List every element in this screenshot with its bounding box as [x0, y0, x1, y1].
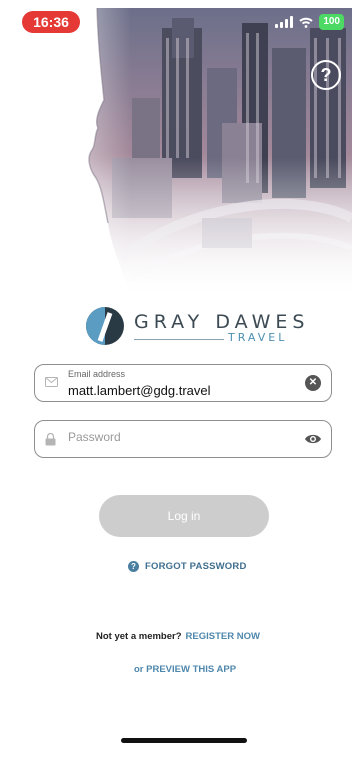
register-now-link[interactable]: REGISTER NOW	[186, 631, 260, 642]
brand-logo: GRAY DAWES TRAVEL	[84, 305, 304, 351]
email-label: Email address	[68, 369, 126, 379]
brand-divider	[134, 339, 224, 340]
forgot-password-label[interactable]: FORGOT PASSWORD	[145, 561, 247, 572]
show-password-eye-icon[interactable]	[304, 432, 322, 446]
login-button[interactable]: Log in	[99, 495, 269, 537]
hero-image	[12, 8, 352, 298]
register-prompt: Not yet a member? REGISTER NOW	[96, 631, 260, 642]
mail-icon	[45, 377, 58, 387]
battery-indicator: 100	[319, 14, 344, 30]
member-question: Not yet a member?	[96, 631, 182, 642]
signal-icon	[275, 16, 294, 28]
clear-email-icon[interactable]: ✕	[305, 375, 321, 391]
password-input[interactable]	[68, 430, 288, 444]
brand-name: GRAY DAWES	[134, 311, 310, 333]
password-field[interactable]	[34, 420, 332, 458]
preview-app-link[interactable]: or PREVIEW THIS APP	[134, 664, 236, 675]
status-indicators: 100	[275, 13, 344, 31]
brand-mark-icon	[86, 307, 124, 345]
home-indicator[interactable]	[121, 738, 247, 743]
email-field[interactable]: Email address matt.lambert@gdg.travel ✕	[34, 364, 332, 402]
lock-icon	[45, 433, 56, 446]
wifi-icon	[299, 17, 313, 28]
status-time: 16:36	[22, 11, 80, 33]
login-screen: 16:36 100 ? GRAY DAWES TRAVEL Email addr…	[0, 0, 352, 758]
help-button[interactable]: ?	[311, 60, 341, 90]
email-value[interactable]: matt.lambert@gdg.travel	[68, 383, 211, 398]
brand-subtitle: TRAVEL	[228, 331, 288, 344]
forgot-password-link[interactable]: ? FORGOT PASSWORD	[128, 561, 247, 572]
question-circle-icon: ?	[128, 561, 139, 572]
